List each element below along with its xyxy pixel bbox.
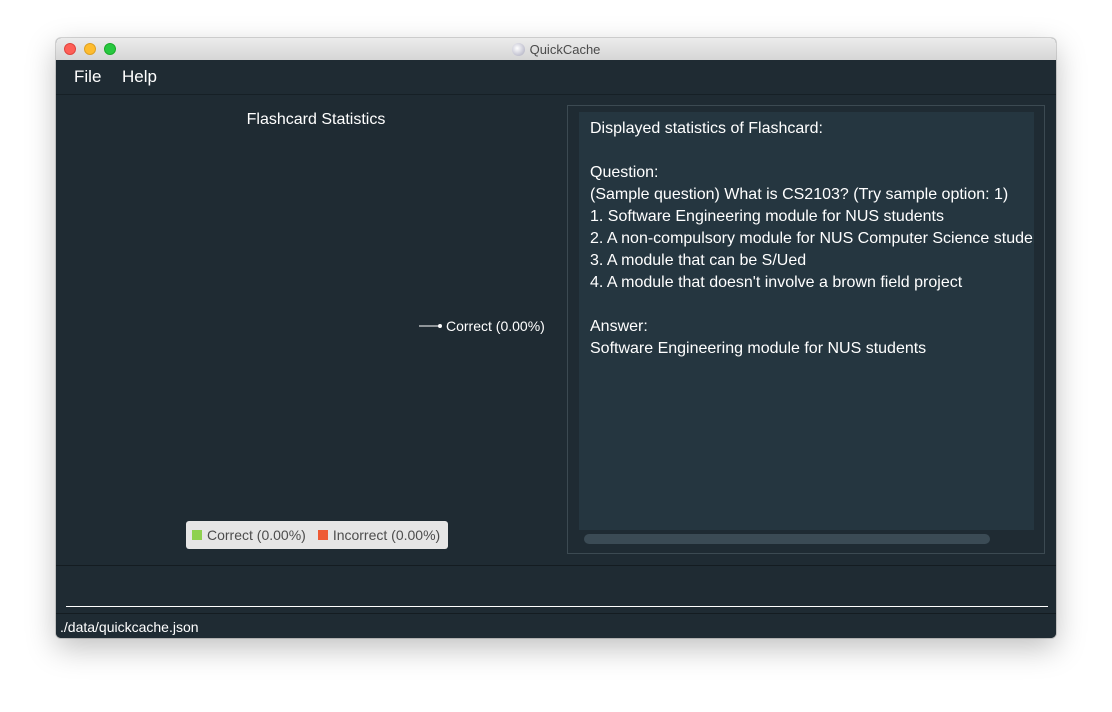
status-bar: ./data/quickcache.json [56,613,1056,638]
statistics-chart-panel: Flashcard Statistics Correct (0.00%) Cor… [56,95,566,565]
command-input[interactable] [66,572,1048,607]
detail-line: 2. A non-compulsory module for NUS Compu… [590,230,1034,247]
legend-item-correct: Correct (0.00%) [192,527,306,543]
divider [56,565,1056,566]
detail-line: Question: [590,164,659,181]
title-bar: QuickCache [56,38,1056,61]
chart-legend: Correct (0.00%) Incorrect (0.00%) [186,521,448,549]
slice-label-dot [438,324,442,328]
flashcard-detail-text[interactable]: Displayed statistics of Flashcard: Quest… [579,112,1034,530]
command-box [66,572,1048,607]
detail-line: 4. A module that doesn't involve a brown… [590,274,963,291]
app-icon [511,42,525,56]
horizontal-scrollbar[interactable] [584,534,990,544]
title-group: QuickCache [56,38,1056,60]
legend-item-incorrect: Incorrect (0.00%) [317,527,441,543]
detail-line: Software Engineering module for NUS stud… [590,340,927,357]
detail-line: (Sample question) What is CS2103? (Try s… [590,186,1009,203]
flashcard-detail-panel: Displayed statistics of Flashcard: Quest… [567,105,1045,554]
pie-chart: Correct (0.00%) [419,318,545,334]
window-title: QuickCache [529,41,601,57]
app-window: QuickCache File Help Flashcard Statistic… [56,38,1056,638]
slice-label-correct: Correct (0.00%) [446,318,545,334]
legend-label-correct: Correct (0.00%) [207,527,306,543]
storage-path-label: ./data/quickcache.json [60,619,199,635]
menu-file[interactable]: File [74,67,101,87]
detail-line: Answer: [590,318,648,335]
menu-bar: File Help [56,60,1056,95]
menu-help[interactable]: Help [122,67,157,87]
legend-label-incorrect: Incorrect (0.00%) [332,527,441,543]
detail-line: Displayed statistics of Flashcard: [590,120,823,137]
detail-line: 1. Software Engineering module for NUS s… [590,208,944,225]
legend-swatch-incorrect [317,530,328,540]
detail-line: 3. A module that can be S/Ued [590,252,807,269]
legend-swatch-correct [192,530,202,540]
